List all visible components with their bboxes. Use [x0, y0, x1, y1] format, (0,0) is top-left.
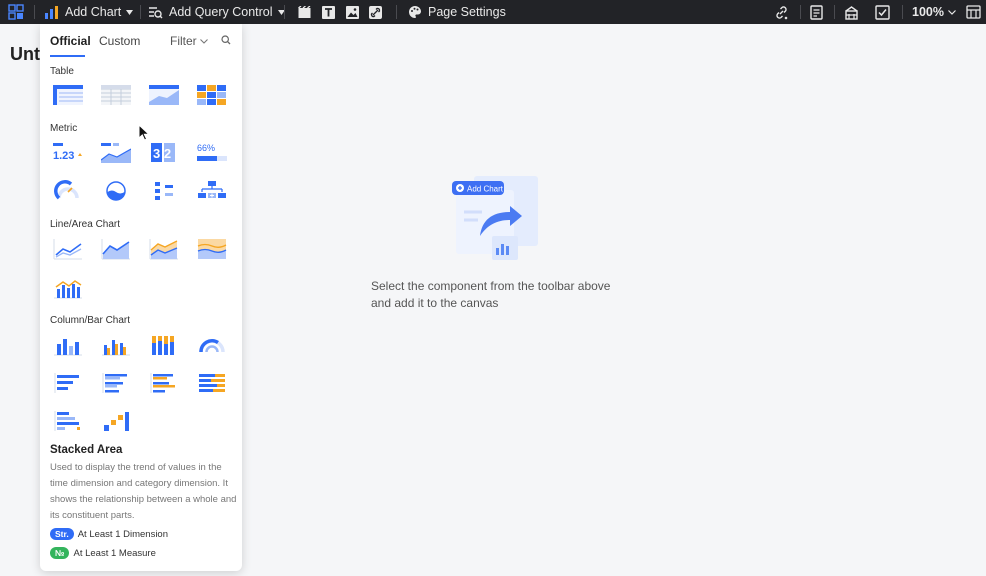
measure-badge: №	[50, 547, 70, 559]
requirement-measure: № At Least 1 Measure	[50, 547, 156, 559]
chart-type-grouped-bar-multi[interactable]	[149, 372, 179, 394]
mouse-cursor-icon	[138, 124, 150, 141]
empty-state-line-2: and add it to the canvas	[371, 296, 499, 310]
toolbar-divider	[284, 5, 285, 19]
video-icon[interactable]	[298, 0, 311, 24]
filter-dropdown[interactable]: Filter	[170, 34, 208, 48]
chart-type-trend-table[interactable]	[149, 84, 179, 106]
add-query-control-label: Add Query Control	[169, 5, 273, 19]
chart-type-heatmap-table[interactable]	[197, 84, 227, 106]
chart-source-tabs: Official Custom Filter	[40, 24, 242, 58]
grid-view-icon[interactable]	[966, 0, 981, 24]
chart-type-grouped-bar[interactable]	[101, 372, 131, 394]
section-label-line-area: Line/Area Chart	[50, 219, 121, 230]
tab-custom[interactable]: Custom	[99, 34, 140, 48]
layout-icon[interactable]	[844, 0, 859, 24]
section-label-table: Table	[50, 66, 74, 77]
toolbar-divider	[902, 5, 903, 19]
app-logo-icon[interactable]	[8, 0, 24, 24]
add-chart-label: Add Chart	[65, 5, 122, 19]
requirement-dimension-label: At Least 1 Dimension	[77, 528, 168, 540]
add-chart-illustration-icon: Add Chart	[452, 174, 542, 264]
toolbar-divider	[834, 5, 835, 19]
chart-type-line[interactable]	[53, 238, 83, 260]
filter-label: Filter	[170, 34, 197, 48]
page-settings-button[interactable]: Page Settings	[408, 0, 506, 24]
query-filter-icon	[149, 6, 163, 18]
chart-type-kpi-number[interactable]: 1.23	[53, 142, 83, 164]
document-icon[interactable]	[810, 0, 823, 24]
chart-type-basic-table[interactable]	[53, 84, 83, 106]
chart-description-text: Used to display the trend of values in t…	[50, 462, 237, 521]
image-icon[interactable]	[346, 0, 359, 24]
add-query-control-button[interactable]: Add Query Control	[148, 0, 285, 24]
search-icon[interactable]	[221, 35, 231, 45]
chart-type-cross-table[interactable]	[101, 84, 131, 106]
toolbar-divider	[396, 5, 397, 19]
chart-type-radial-bar[interactable]	[197, 334, 227, 356]
dimension-badge: Str.	[50, 528, 74, 540]
chart-type-percent-stacked-area[interactable]	[197, 238, 227, 260]
section-label-column-bar: Column/Bar Chart	[50, 315, 131, 326]
active-tab-indicator	[50, 55, 85, 57]
toolbar-divider	[140, 5, 141, 19]
link-chain-icon[interactable]	[774, 0, 789, 24]
tab-official[interactable]: Official	[50, 34, 91, 48]
flip-number-sample-text: 3 2	[153, 146, 171, 161]
empty-state-message: Select the component from the toolbar ab…	[371, 278, 621, 312]
chart-type-stacked-bar[interactable]	[197, 372, 227, 394]
chart-type-bar[interactable]	[53, 372, 83, 394]
chevron-down-icon	[199, 38, 208, 44]
chevron-down-icon	[948, 9, 956, 15]
chart-type-stacked-column[interactable]	[149, 334, 179, 356]
chart-type-flip-number[interactable]: 3 2	[149, 142, 179, 164]
zoom-level: 100%	[912, 5, 944, 19]
chart-type-progress[interactable]: 66%	[197, 142, 227, 164]
requirement-measure-label: At Least 1 Measure	[73, 547, 156, 559]
kpi-sample-text: 1.23	[53, 150, 74, 162]
chart-type-column[interactable]	[53, 334, 83, 356]
add-chart-dropdown: Official Custom Filter Table Metric 1.23…	[40, 24, 242, 571]
chart-type-gauge[interactable]	[53, 180, 83, 202]
progress-sample-text: 66%	[197, 143, 215, 153]
link-icon[interactable]	[369, 0, 382, 24]
page-settings-label: Page Settings	[428, 5, 506, 19]
chart-type-liquid[interactable]	[101, 180, 131, 202]
chart-type-waterfall[interactable]	[101, 410, 131, 432]
chart-type-stacked-area[interactable]	[149, 238, 179, 260]
requirement-dimension: Str. At Least 1 Dimension	[50, 528, 168, 540]
checkbox-icon[interactable]	[875, 0, 890, 24]
top-toolbar: Add Chart Add Query Control Page Setting…	[0, 0, 986, 24]
chart-type-indicator-card[interactable]	[149, 180, 179, 202]
toolbar-divider	[800, 5, 801, 19]
bar-chart-icon	[45, 6, 58, 19]
chart-type-line-column-combo[interactable]	[53, 277, 83, 299]
add-chart-button[interactable]: Add Chart	[44, 0, 134, 24]
empty-state-line-1: Select the component from the toolbar ab…	[371, 279, 611, 293]
chart-type-grouped-column[interactable]	[101, 334, 131, 356]
chart-type-area[interactable]	[101, 238, 131, 260]
chart-type-kpi-trend[interactable]	[101, 142, 131, 164]
zoom-control[interactable]: 100%	[912, 0, 956, 24]
chart-type-metric-tree[interactable]	[197, 180, 227, 202]
toolbar-divider	[34, 5, 35, 19]
text-icon[interactable]	[322, 0, 335, 24]
illustration-label: Add Chart	[467, 185, 504, 194]
page-title[interactable]: Unt	[10, 44, 40, 65]
section-label-metric: Metric	[50, 123, 78, 134]
chart-type-gantt[interactable]	[53, 410, 83, 432]
chart-description-title: Stacked Area	[50, 444, 123, 456]
caret-down-icon	[126, 9, 134, 15]
palette-icon	[409, 6, 421, 18]
